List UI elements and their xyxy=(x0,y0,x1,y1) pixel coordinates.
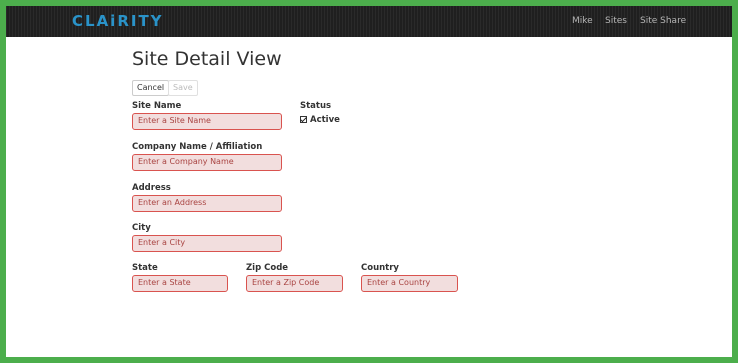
company-input[interactable]: Enter a Company Name xyxy=(132,154,282,171)
brand-logo[interactable]: CLAiRITY xyxy=(72,12,164,30)
address-label: Address xyxy=(132,183,171,193)
page-title: Site Detail View xyxy=(132,48,282,70)
zip-code-label: Zip Code xyxy=(246,263,289,273)
save-button[interactable]: Save xyxy=(168,80,198,96)
app-frame: CLAiRITY Mike Sites Site Share Site Deta… xyxy=(6,6,732,357)
navbar: CLAiRITY Mike Sites Site Share xyxy=(6,6,732,37)
cancel-button[interactable]: Cancel xyxy=(132,80,170,96)
zip-code-input[interactable]: Enter a Zip Code xyxy=(246,275,343,292)
active-checkbox-label: Active xyxy=(310,115,340,125)
active-checkbox[interactable] xyxy=(300,116,307,123)
nav-link-user[interactable]: Mike xyxy=(572,16,593,26)
nav-link-site-share[interactable]: Site Share xyxy=(640,16,686,26)
country-input[interactable]: Enter a Country xyxy=(361,275,458,292)
status-label: Status xyxy=(300,101,332,111)
nav-link-sites[interactable]: Sites xyxy=(605,16,627,26)
state-label: State xyxy=(132,263,158,273)
city-label: City xyxy=(132,223,151,233)
address-input[interactable]: Enter an Address xyxy=(132,195,282,212)
site-name-label: Site Name xyxy=(132,101,182,111)
active-checkbox-wrap[interactable]: Active xyxy=(300,115,340,125)
company-label: Company Name / Affiliation xyxy=(132,142,263,152)
site-name-input[interactable]: Enter a Site Name xyxy=(132,113,282,130)
state-input[interactable]: Enter a State xyxy=(132,275,228,292)
city-input[interactable]: Enter a City xyxy=(132,235,282,252)
country-label: Country xyxy=(361,263,399,273)
